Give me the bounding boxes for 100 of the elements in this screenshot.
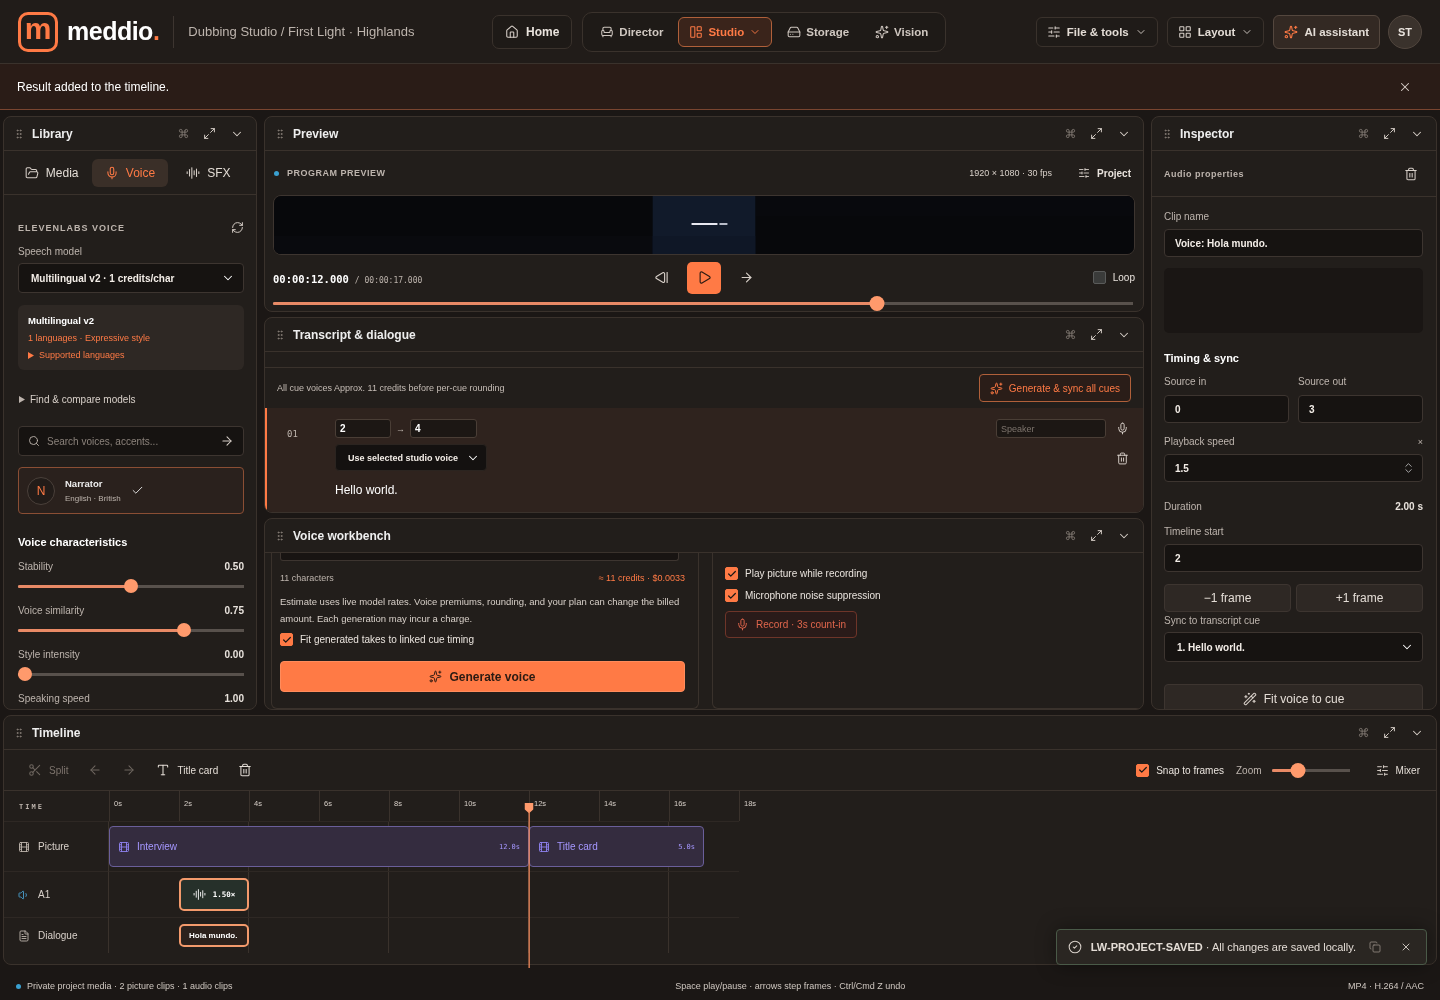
checkbox[interactable] xyxy=(1092,271,1106,285)
nav-tab[interactable]: Director xyxy=(589,16,675,47)
delete-icon[interactable] xyxy=(1404,166,1418,181)
mixer-button[interactable]: Mixer xyxy=(1375,763,1420,777)
stepper-icon[interactable] xyxy=(1402,461,1415,475)
status-text: Private project media · 2 picture clips · 1 audio clips xyxy=(27,981,233,991)
expand-icon[interactable] xyxy=(1090,127,1103,140)
command-icon[interactable] xyxy=(1065,128,1076,139)
document-icon xyxy=(18,929,30,942)
reset-button[interactable]: × xyxy=(1417,436,1423,447)
sparkles-icon xyxy=(875,24,890,39)
expand-icon[interactable] xyxy=(203,127,216,140)
checkbox[interactable] xyxy=(725,567,738,580)
checkbox[interactable] xyxy=(280,633,293,646)
project-button[interactable]: Project xyxy=(1076,167,1133,180)
find-models-link[interactable]: Find & compare models xyxy=(30,394,136,405)
nav-tab[interactable]: Storage xyxy=(776,16,861,47)
breadcrumb: Dubbing Studio / First Light · Highlands xyxy=(188,24,415,39)
expand-icon[interactable] xyxy=(1383,726,1396,739)
logo: m xyxy=(18,11,58,52)
source-out-field[interactable]: 3 xyxy=(1298,395,1423,423)
command-icon[interactable] xyxy=(1065,530,1076,541)
status-dot xyxy=(274,170,279,176)
cue-end-field[interactable]: 4 xyxy=(410,419,477,438)
speech-model-select[interactable]: Multilingual v2 · 1 credits/char xyxy=(18,263,244,293)
command-icon[interactable] xyxy=(178,128,189,139)
cue-select[interactable]: 1. Hello world. xyxy=(1164,632,1423,662)
slider-thumb[interactable] xyxy=(869,296,885,311)
refresh-icon[interactable] xyxy=(231,221,244,234)
supported-languages-link[interactable]: Supported languages xyxy=(39,350,125,360)
drag-handle-icon[interactable] xyxy=(13,127,25,140)
library-tab[interactable]: Media xyxy=(14,158,90,187)
timeline-start-field[interactable]: 2 xyxy=(1164,544,1423,572)
dialogue-clip[interactable]: Hola mundo. xyxy=(179,924,249,947)
delete-icon[interactable] xyxy=(238,763,253,777)
voice-select[interactable]: Use selected studio voice xyxy=(335,444,488,471)
checkbox[interactable] xyxy=(1136,763,1150,777)
slider-thumb[interactable] xyxy=(177,623,191,637)
drag-handle-icon[interactable] xyxy=(13,726,25,739)
speaker-field[interactable]: Speaker xyxy=(996,419,1106,438)
drag-handle-icon[interactable] xyxy=(274,529,286,542)
checkbox[interactable] xyxy=(725,589,738,602)
wand-icon xyxy=(1242,692,1257,706)
cue-start-field[interactable]: 2 xyxy=(335,419,391,438)
chair-icon xyxy=(600,24,615,39)
search-field[interactable]: Search voices, accents... xyxy=(18,426,244,456)
expand-icon[interactable] xyxy=(1090,328,1103,341)
character-count: 11 characters xyxy=(280,573,334,583)
slider-thumb[interactable] xyxy=(1290,762,1306,778)
assistant-button[interactable]: AI assistant xyxy=(1273,14,1380,49)
sparkles-icon xyxy=(989,381,1003,395)
home-button[interactable]: Home xyxy=(492,14,573,49)
fit-voice-button[interactable]: Fit voice to cue xyxy=(1164,684,1423,709)
nav-tab[interactable]: Vision xyxy=(864,16,940,47)
copy-icon[interactable] xyxy=(1369,941,1381,953)
source-in-field[interactable]: 0 xyxy=(1164,395,1289,423)
voice-card[interactable]: N Narrator English · British xyxy=(18,467,244,514)
expand-icon[interactable] xyxy=(1383,127,1396,140)
delete-icon[interactable] xyxy=(1116,452,1129,465)
duration-value: 2.00 s xyxy=(1395,501,1423,512)
cue-row[interactable]: 01 2 → 4 Use selected studio voice Hello world. Speaker xyxy=(265,408,1143,512)
command-icon[interactable] xyxy=(1358,727,1369,738)
library-tab[interactable]: SFX xyxy=(170,158,246,187)
section-title: PROGRAM PREVIEW xyxy=(287,168,386,179)
menu-button[interactable]: File & tools xyxy=(1035,16,1158,47)
field-label: Playback speed xyxy=(1164,436,1235,447)
nav-tab[interactable]: Studio xyxy=(678,16,773,47)
frame-step-button[interactable]: −1 frame xyxy=(1164,584,1291,612)
menu-button[interactable]: Layout xyxy=(1166,16,1265,47)
generate-sync-button[interactable]: Generate & sync all cues xyxy=(978,374,1131,402)
drag-handle-icon[interactable] xyxy=(1161,127,1173,140)
command-icon[interactable] xyxy=(1358,128,1369,139)
generate-voice-button[interactable]: Generate voice xyxy=(280,661,685,692)
drag-handle-icon[interactable] xyxy=(274,127,286,140)
field-label: Duration xyxy=(1164,501,1202,512)
microphone-icon[interactable] xyxy=(1116,422,1129,435)
film-icon xyxy=(118,840,130,853)
play-button[interactable] xyxy=(687,261,721,294)
drag-handle-icon[interactable] xyxy=(274,328,286,341)
playback-speed-field[interactable]: 1.5 xyxy=(1164,454,1423,482)
clip-name-field[interactable]: Voice: Hola mundo. xyxy=(1164,229,1423,257)
frame-step-button[interactable]: +1 frame xyxy=(1296,584,1423,612)
record-button[interactable]: Record · 3s count-in xyxy=(725,611,858,638)
user-avatar[interactable]: ST xyxy=(1388,14,1422,49)
command-icon[interactable] xyxy=(1065,329,1076,340)
slider-thumb[interactable] xyxy=(18,667,32,681)
arrow-right-icon[interactable] xyxy=(739,270,754,286)
scissors-icon xyxy=(28,763,42,777)
status-dot xyxy=(16,983,21,989)
checkbox-label: Loop xyxy=(1112,272,1135,284)
title-button[interactable]: Title card xyxy=(156,763,219,777)
playhead[interactable] xyxy=(524,803,534,968)
close-icon[interactable] xyxy=(1400,941,1412,953)
format-label: MP4 · H.264 / AAC xyxy=(1347,981,1424,991)
step-back-icon[interactable] xyxy=(654,270,669,286)
slider-thumb[interactable] xyxy=(124,579,138,593)
expand-icon[interactable] xyxy=(1090,529,1103,542)
sparkles-icon xyxy=(429,670,443,683)
library-tab[interactable]: Voice xyxy=(92,158,168,187)
arrow-right-icon[interactable] xyxy=(220,434,234,448)
